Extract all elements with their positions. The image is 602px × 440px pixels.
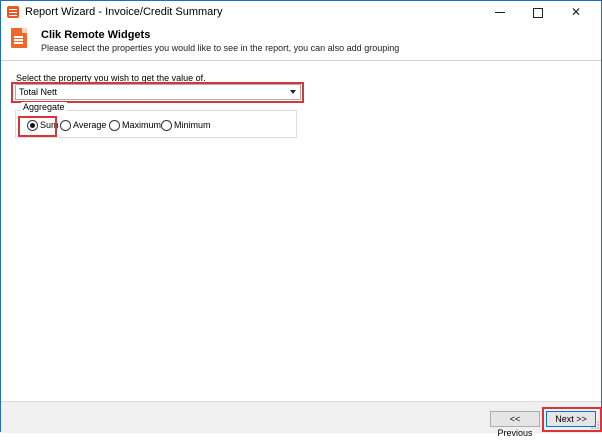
report-wizard-window: Report Wizard - Invoice/Credit Summary ✕… (0, 0, 602, 438)
window-title: Report Wizard - Invoice/Credit Summary (25, 6, 223, 18)
highlight-box-sum (18, 116, 57, 137)
aggregate-group-label: Aggregate (21, 102, 67, 112)
radio-average-label: Average (73, 120, 107, 130)
maximize-icon (533, 7, 543, 18)
close-button[interactable]: ✕ (557, 1, 595, 23)
radio-unselected-icon[interactable] (161, 120, 172, 131)
header-subtitle: Please select the properties you would l… (41, 43, 400, 53)
document-icon (11, 28, 27, 48)
radio-maximum-label: Maximum (122, 120, 162, 130)
title-bar: Report Wizard - Invoice/Credit Summary ✕ (1, 1, 601, 23)
wizard-header: Clik Remote Widgets Please select the pr… (1, 23, 601, 59)
previous-button[interactable]: << Previous (490, 411, 540, 438)
radio-unselected-icon[interactable] (60, 120, 71, 131)
close-icon: ✕ (570, 5, 582, 19)
radio-unselected-icon[interactable] (109, 120, 120, 131)
highlight-box-property (11, 82, 304, 103)
resize-grip-icon[interactable] (591, 421, 599, 429)
app-icon (7, 6, 19, 18)
maximize-button[interactable] (519, 1, 557, 23)
header-title: Clik Remote Widgets (41, 29, 151, 41)
minimize-button[interactable] (481, 1, 519, 23)
minimize-icon (495, 12, 505, 14)
radio-minimum-label: Minimum (174, 120, 211, 130)
